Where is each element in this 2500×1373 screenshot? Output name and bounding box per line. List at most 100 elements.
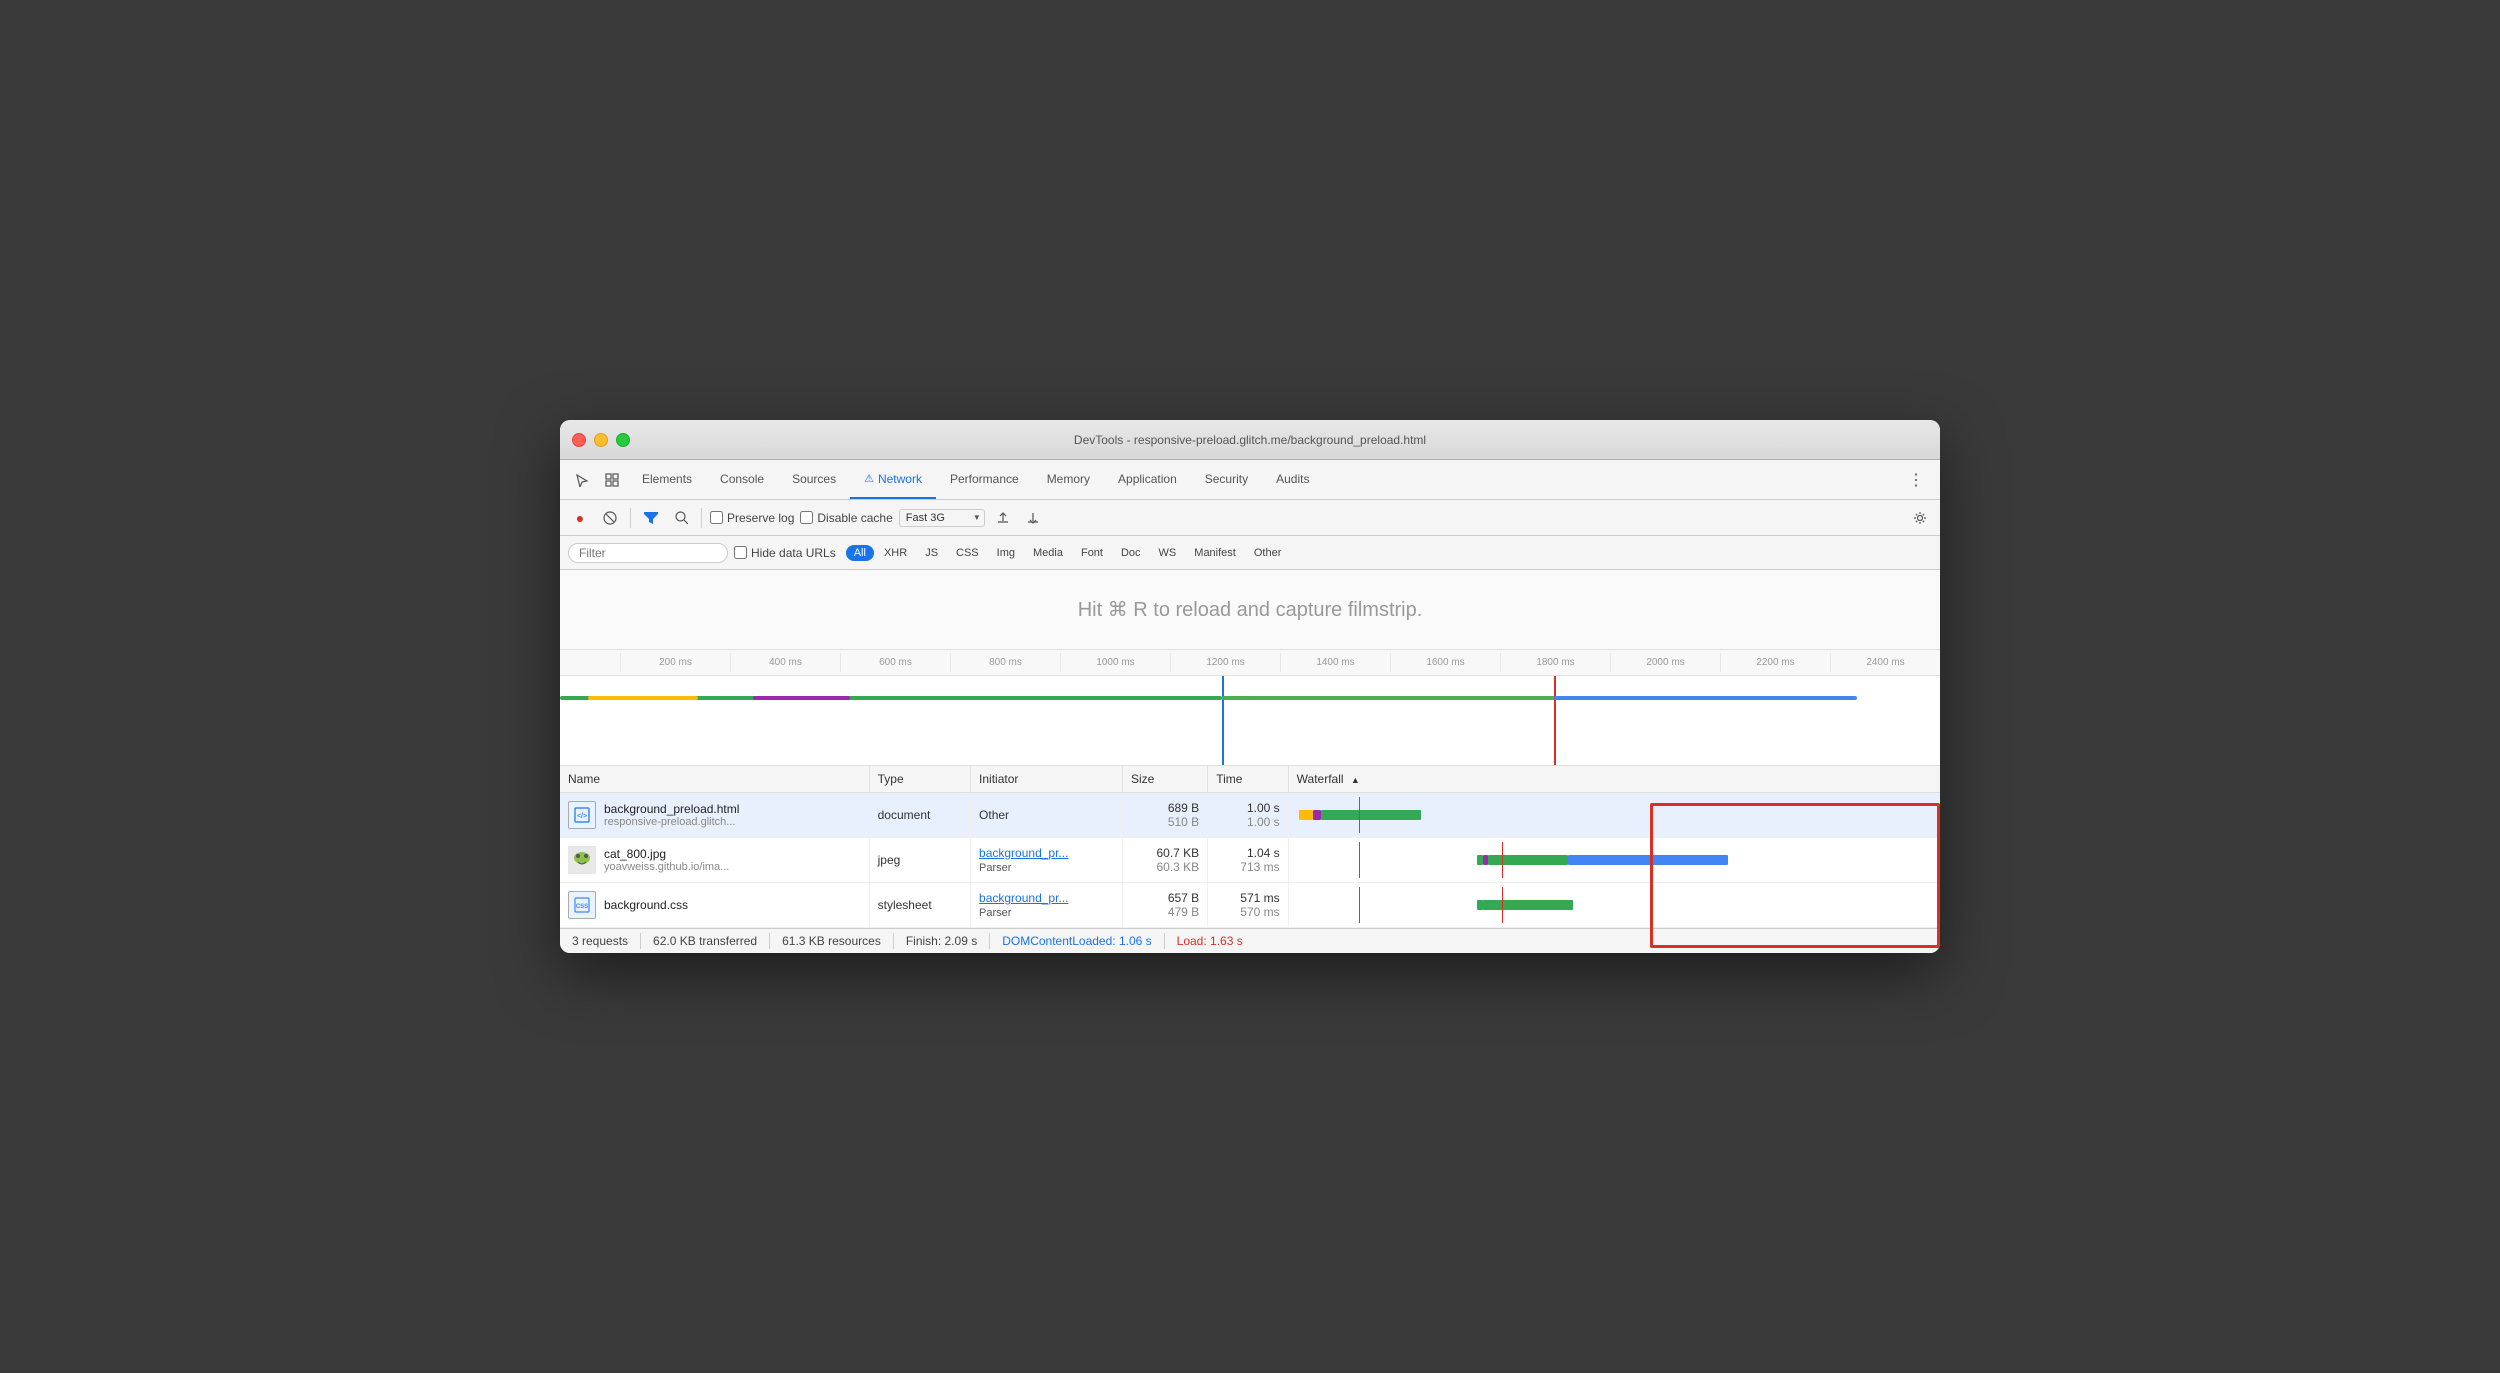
filter-all[interactable]: All: [846, 545, 874, 561]
tab-application[interactable]: Application: [1104, 460, 1191, 499]
size-cell: 689 B 510 B: [1122, 793, 1207, 838]
throttle-selector[interactable]: Fast 3G Slow 3G No throttling Offline: [899, 509, 985, 527]
tab-network[interactable]: ⚠ Network: [850, 460, 936, 499]
ruler-tick: 1800 ms: [1500, 653, 1610, 672]
tab-performance[interactable]: Performance: [936, 460, 1033, 499]
maximize-button[interactable]: [616, 433, 630, 447]
initiator-link[interactable]: background_pr...: [979, 846, 1068, 860]
initiator-cell[interactable]: background_pr... Parser: [971, 838, 1123, 883]
file-url: responsive-preload.glitch...: [604, 816, 739, 828]
separator: [630, 508, 631, 528]
title-bar: DevTools - responsive-preload.glitch.me/…: [560, 420, 1940, 460]
upload-icon[interactable]: [991, 506, 1015, 530]
network-toolbar: ● Preserve log Disable cache: [560, 500, 1940, 536]
window-title: DevTools - responsive-preload.glitch.me/…: [1074, 433, 1426, 447]
time-cell: 1.00 s 1.00 s: [1208, 793, 1288, 838]
filter-img[interactable]: Img: [989, 545, 1023, 561]
ruler-tick: 400 ms: [730, 653, 840, 672]
inspect-icon[interactable]: [598, 466, 626, 494]
initiator-link[interactable]: background_pr...: [979, 891, 1068, 905]
disable-cache-checkbox[interactable]: Disable cache: [800, 511, 892, 525]
table-row: CSS background.css stylesheet background…: [560, 883, 1940, 928]
ruler-tick: 1400 ms: [1280, 653, 1390, 672]
status-separator: [989, 933, 990, 949]
filter-js[interactable]: JS: [917, 545, 946, 561]
clear-button[interactable]: [598, 506, 622, 530]
timeline-ruler: 200 ms 400 ms 600 ms 800 ms 1000 ms 1200…: [560, 650, 1940, 676]
filter-other[interactable]: Other: [1246, 545, 1290, 561]
filter-ws[interactable]: WS: [1151, 545, 1185, 561]
type-cell: jpeg: [869, 838, 970, 883]
settings-icon[interactable]: [1908, 506, 1932, 530]
hide-data-urls-checkbox[interactable]: Hide data URLs: [734, 546, 836, 560]
ruler-tick: 600 ms: [840, 653, 950, 672]
download-icon[interactable]: [1021, 506, 1045, 530]
status-separator: [769, 933, 770, 949]
wf-purple-s: [1483, 855, 1488, 865]
wf-blue: [1568, 855, 1728, 865]
file-url: yoavweiss.github.io/ima...: [604, 861, 729, 873]
table-row: cat_800.jpg yoavweiss.github.io/ima... j…: [560, 838, 1940, 883]
filter-css[interactable]: CSS: [948, 545, 987, 561]
name-cell[interactable]: CSS background.css: [560, 883, 869, 928]
wf-dom-line3: [1359, 887, 1361, 923]
network-table-container: Name Type Initiator Size Time Waterfall …: [560, 766, 1940, 928]
filter-xhr[interactable]: XHR: [876, 545, 915, 561]
tab-memory[interactable]: Memory: [1033, 460, 1104, 499]
type-cell: document: [869, 793, 970, 838]
cursor-icon[interactable]: [568, 466, 596, 494]
warning-icon: ⚠: [864, 472, 874, 485]
name-cell[interactable]: cat_800.jpg yoavweiss.github.io/ima...: [560, 838, 869, 883]
wf3-green-l: [1483, 900, 1573, 910]
ruler-tick: 800 ms: [950, 653, 1060, 672]
record-button[interactable]: ●: [568, 506, 592, 530]
time-cell: 571 ms 570 ms: [1208, 883, 1288, 928]
file-icon-html: </>: [568, 801, 596, 829]
dom-loaded-line: [1222, 676, 1224, 765]
size-cell: 60.7 KB 60.3 KB: [1122, 838, 1207, 883]
wf-orange: [1299, 810, 1313, 820]
filter-manifest[interactable]: Manifest: [1186, 545, 1244, 561]
wf-dom-line2: [1359, 842, 1361, 878]
col-waterfall[interactable]: Waterfall ▲: [1288, 766, 1940, 793]
table-row: </> background_preload.html responsive-p…: [560, 793, 1940, 838]
name-cell[interactable]: </> background_preload.html responsive-p…: [560, 793, 869, 838]
timeline-bar-orange: [588, 696, 698, 700]
filter-type-buttons: All XHR JS CSS Img Media Font Doc WS Man…: [846, 545, 1290, 561]
col-time[interactable]: Time: [1208, 766, 1288, 793]
wf3-green-s: [1477, 900, 1483, 910]
search-icon[interactable]: [669, 506, 693, 530]
time-cell: 1.04 s 713 ms: [1208, 838, 1288, 883]
minimize-button[interactable]: [594, 433, 608, 447]
network-table: Name Type Initiator Size Time Waterfall …: [560, 766, 1940, 928]
tab-sources[interactable]: Sources: [778, 460, 850, 499]
initiator-cell[interactable]: background_pr... Parser: [971, 883, 1123, 928]
svg-text:CSS: CSS: [576, 904, 588, 910]
close-button[interactable]: [572, 433, 586, 447]
transferred-size: 62.0 KB transferred: [653, 934, 757, 948]
col-name[interactable]: Name: [560, 766, 869, 793]
filter-font[interactable]: Font: [1073, 545, 1111, 561]
ruler-tick: 1600 ms: [1390, 653, 1500, 672]
col-initiator[interactable]: Initiator: [971, 766, 1123, 793]
resources-size: 61.3 KB resources: [782, 934, 881, 948]
preserve-log-checkbox[interactable]: Preserve log: [710, 511, 794, 525]
tab-elements[interactable]: Elements: [628, 460, 706, 499]
filter-doc[interactable]: Doc: [1113, 545, 1149, 561]
requests-count: 3 requests: [572, 934, 628, 948]
filter-media[interactable]: Media: [1025, 545, 1071, 561]
tab-list: Elements Console Sources ⚠ Network Perfo…: [628, 460, 1900, 499]
devtools-tab-bar: Elements Console Sources ⚠ Network Perfo…: [560, 460, 1940, 500]
tab-audits[interactable]: Audits: [1262, 460, 1323, 499]
file-name: cat_800.jpg: [604, 847, 729, 861]
wf-purple: [1313, 810, 1321, 820]
col-size[interactable]: Size: [1122, 766, 1207, 793]
filter-input[interactable]: [568, 543, 728, 563]
tab-console[interactable]: Console: [706, 460, 778, 499]
waterfall-cell-1: [1288, 793, 1940, 838]
filter-icon[interactable]: [639, 506, 663, 530]
col-type[interactable]: Type: [869, 766, 970, 793]
traffic-lights: [572, 433, 630, 447]
more-tabs-button[interactable]: ⋮: [1900, 466, 1932, 494]
tab-security[interactable]: Security: [1191, 460, 1262, 499]
